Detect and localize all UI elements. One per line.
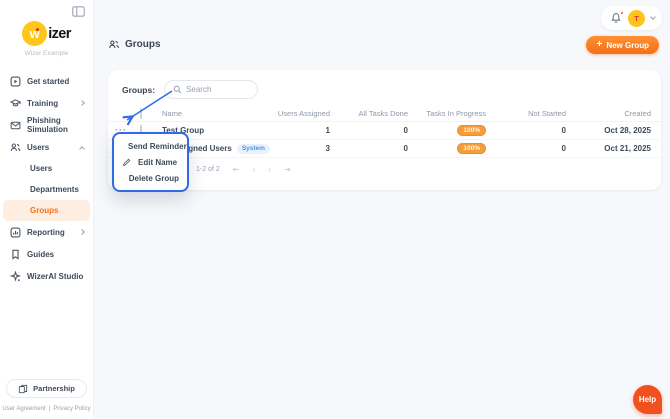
chevron-up-icon bbox=[79, 145, 85, 152]
sidebar-collapse-icon[interactable] bbox=[72, 6, 86, 18]
menu-item-label: Send Reminder bbox=[128, 141, 187, 151]
avatar[interactable]: T bbox=[628, 9, 645, 27]
search-icon bbox=[173, 85, 182, 94]
reporting-icon bbox=[10, 227, 21, 237]
pagination-range: 1-2 of 2 bbox=[196, 166, 220, 173]
sidebar-item-guides[interactable]: Guides bbox=[0, 243, 93, 265]
column-not-started[interactable]: Not Started bbox=[498, 109, 578, 118]
prev-page-icon[interactable]: ‹ bbox=[252, 165, 255, 174]
legal-divider: | bbox=[48, 406, 51, 412]
chevron-down-icon bbox=[650, 14, 656, 20]
chevron-right-icon bbox=[79, 229, 85, 235]
not-started-value: 0 bbox=[561, 144, 566, 153]
next-page-icon[interactable]: › bbox=[268, 165, 271, 174]
sparkle-icon bbox=[10, 270, 21, 282]
menu-item-delete-group[interactable]: Delete Group bbox=[114, 170, 187, 186]
groups-filter-label: Groups: bbox=[122, 84, 156, 95]
menu-item-send-reminder[interactable]: Send Reminder bbox=[114, 138, 187, 154]
search-box[interactable] bbox=[164, 80, 259, 99]
users-assigned-value: 1 bbox=[325, 126, 330, 135]
account-name: Wizer Example bbox=[24, 50, 69, 57]
sidebar-item-label: Training bbox=[27, 98, 59, 108]
notification-dot bbox=[620, 11, 624, 15]
help-button[interactable]: Help bbox=[633, 385, 662, 414]
menu-item-label: Edit Name bbox=[138, 157, 178, 167]
column-created[interactable]: Created bbox=[578, 109, 661, 118]
not-started-value: 0 bbox=[561, 126, 566, 135]
wizer-logo-icon: w bbox=[22, 21, 48, 46]
menu-item-label: Delete Group bbox=[128, 173, 179, 183]
row-context-menu: Send Reminder Edit Name Delete Group bbox=[112, 132, 189, 192]
guides-icon bbox=[12, 249, 19, 260]
sidebar-item-label: WizerAI Studio bbox=[27, 271, 84, 281]
sidebar-item-users[interactable]: Users bbox=[0, 136, 93, 158]
select-all-checkbox[interactable] bbox=[140, 108, 142, 119]
all-tasks-done-value: 0 bbox=[403, 144, 408, 153]
all-tasks-done-value: 0 bbox=[403, 126, 408, 135]
training-icon bbox=[10, 98, 21, 106]
legal-links: User Agreement | Privacy Policy bbox=[2, 406, 90, 412]
table-header: Name Users Assigned All Tasks Done Tasks… bbox=[108, 106, 661, 122]
pagination: 1-2 of 2 ⇤ ‹ › ⇥ bbox=[108, 158, 661, 174]
wizer-logo-text: izer bbox=[48, 25, 71, 42]
progress-badge: 100% bbox=[457, 143, 486, 154]
sidebar-item-label: Reporting bbox=[27, 227, 65, 237]
table-row-unassigned-users: ··· Unassigned Users System 3 0 100% 0 O… bbox=[108, 140, 661, 158]
account-menu[interactable]: T bbox=[601, 6, 662, 30]
sidebar-item-label: Get started bbox=[27, 76, 70, 86]
column-all-tasks-done[interactable]: All Tasks Done bbox=[342, 109, 420, 118]
sidebar-item-label: Guides bbox=[27, 249, 55, 259]
progress-badge: 100% bbox=[457, 125, 486, 136]
sidebar-item-wizerai-studio[interactable]: WizerAI Studio bbox=[0, 265, 93, 287]
sidebar-subitem-departments[interactable]: Departments bbox=[0, 179, 93, 200]
sidebar-item-reporting[interactable]: Reporting bbox=[0, 221, 93, 243]
wizer-logo[interactable]: w izer bbox=[22, 21, 71, 46]
page-title-label: Groups bbox=[125, 39, 161, 50]
new-group-label: New Group bbox=[606, 40, 649, 50]
user-agreement-link[interactable]: User Agreement bbox=[2, 406, 45, 412]
users-assigned-value: 3 bbox=[325, 144, 330, 153]
plus-icon: + bbox=[596, 39, 603, 50]
created-value: Oct 28, 2025 bbox=[604, 126, 651, 135]
new-group-button[interactable]: + New Group bbox=[586, 36, 659, 54]
column-name[interactable]: Name bbox=[162, 109, 262, 118]
sidebar-item-label: Phishing Simulation bbox=[27, 116, 68, 134]
created-value: Oct 21, 2025 bbox=[604, 144, 651, 153]
page-title: Groups bbox=[108, 39, 161, 50]
menu-item-edit-name[interactable]: Edit Name bbox=[114, 154, 187, 170]
phishing-icon bbox=[10, 121, 21, 129]
chevron-right-icon bbox=[79, 100, 85, 106]
sidebar-item-label: Departments bbox=[30, 185, 79, 194]
table-row-test-group: ··· Test Group 1 0 100% 0 Oct 28, 2025 bbox=[108, 122, 661, 140]
groups-icon bbox=[109, 40, 119, 49]
pencil-icon bbox=[122, 158, 131, 167]
column-users-assigned[interactable]: Users Assigned bbox=[262, 109, 342, 118]
groups-card: Groups: Name Users Assigned All Tasks Do… bbox=[108, 70, 661, 190]
partnership-label: Partnership bbox=[33, 384, 75, 393]
users-icon bbox=[10, 143, 21, 151]
trash-icon bbox=[122, 177, 123, 179]
sidebar-item-label: Users bbox=[27, 142, 50, 152]
column-tasks-in-progress[interactable]: Tasks In Progress bbox=[420, 109, 498, 118]
get-started-icon bbox=[10, 76, 21, 86]
partnership-icon bbox=[19, 384, 28, 393]
sidebar-item-get-started[interactable]: Get started bbox=[0, 70, 93, 92]
sidebar-nav: Get started Training Phishing Simulation… bbox=[0, 70, 93, 287]
sidebar-subitem-groups[interactable]: Groups bbox=[3, 200, 90, 221]
main-content: T + New Group Groups Groups: Name bbox=[94, 0, 670, 419]
sidebar-subitem-users[interactable]: Users bbox=[0, 158, 93, 179]
sidebar-item-phishing-simulation[interactable]: Phishing Simulation bbox=[0, 114, 93, 136]
sidebar-item-label: Users bbox=[30, 164, 53, 173]
sidebar: w izer Wizer Example Get started Trainin… bbox=[0, 0, 94, 419]
sidebar-item-training[interactable]: Training bbox=[0, 92, 93, 114]
sidebar-item-label: Groups bbox=[30, 206, 59, 215]
notifications-bell-icon[interactable] bbox=[610, 11, 624, 24]
partnership-button[interactable]: Partnership bbox=[6, 379, 87, 398]
privacy-policy-link[interactable]: Privacy Policy bbox=[53, 406, 90, 412]
last-page-icon[interactable]: ⇥ bbox=[284, 165, 291, 174]
search-input[interactable] bbox=[186, 85, 249, 94]
first-page-icon[interactable]: ⇤ bbox=[233, 165, 240, 174]
